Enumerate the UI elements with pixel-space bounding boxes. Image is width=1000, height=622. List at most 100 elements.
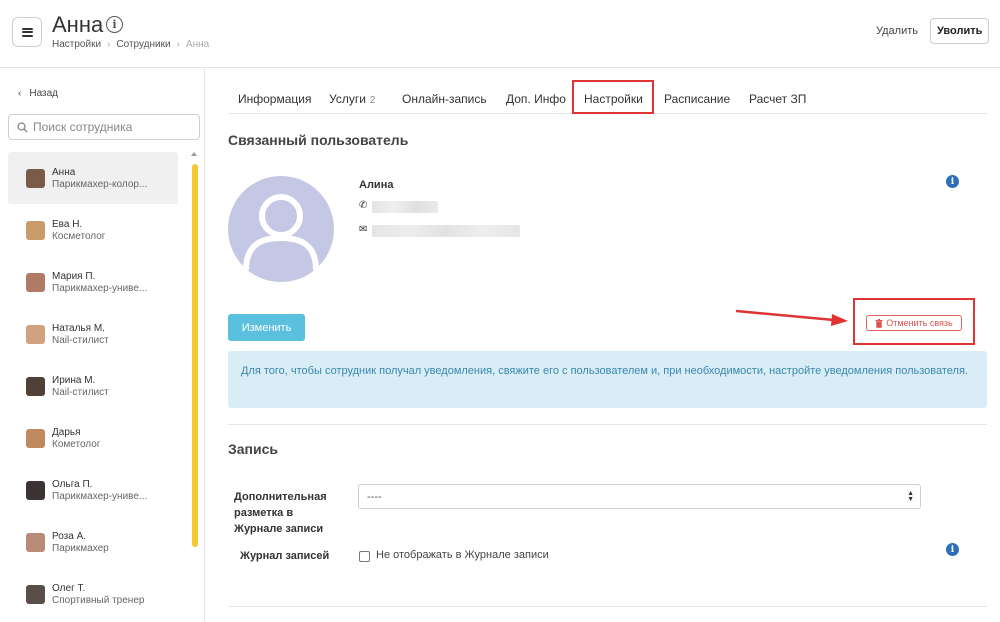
employee-text: Наталья М. Nail-стилист: [52, 323, 109, 346]
tab-online-booking[interactable]: Онлайн-запись: [402, 92, 487, 106]
avatar: [26, 272, 45, 292]
employee-sidebar: ‹ Назад АннаПарикмахер-колор... Ева Н.Кос…: [0, 68, 205, 622]
hide-in-journal-label[interactable]: Не отображать в Журнале записи: [376, 549, 549, 561]
back-link[interactable]: ‹ Назад: [18, 88, 58, 99]
edit-user-button[interactable]: Изменить: [228, 314, 305, 341]
phone-value-blurred: [372, 201, 438, 213]
employee-name: Мария П.: [52, 270, 96, 282]
employee-role: Nail-стилист: [52, 386, 109, 398]
employee-role: Парикмахер-колор...: [52, 178, 148, 190]
employee-text: Мария П. Парикмахер-униве...: [52, 271, 147, 294]
employee-name: Роза А.: [52, 530, 87, 542]
chevron-right-icon: ›: [176, 39, 180, 50]
back-label: Назад: [29, 88, 58, 99]
employee-name: Ирина М.: [52, 374, 96, 386]
employee-search[interactable]: [8, 114, 200, 140]
record-title: Запись: [228, 441, 279, 457]
link-notice: Для того, чтобы сотрудник получал уведом…: [228, 351, 987, 408]
unlink-label: Отменить связь: [886, 318, 953, 328]
employee-list-item[interactable]: Наталья М. Nail-стилист: [8, 308, 178, 360]
employee-list-item[interactable]: Мария П. Парикмахер-униве...: [8, 256, 178, 308]
email-value-blurred: [372, 225, 520, 237]
trash-icon: [875, 318, 883, 328]
avatar: [26, 480, 45, 500]
employee-role: Кометолог: [52, 438, 101, 450]
employee-role: Парикмахер: [52, 542, 109, 554]
employee-text: Олег Т. Спортивный тренер: [52, 583, 144, 606]
unlink-button[interactable]: Отменить связь: [866, 315, 962, 331]
avatar: [26, 220, 45, 240]
divider: [228, 606, 987, 607]
breadcrumb-current: Анна: [185, 39, 210, 50]
tab-info[interactable]: Информация: [238, 92, 311, 106]
tab-extra-info[interactable]: Доп. Инфо: [506, 92, 566, 106]
page-title: Анна: [52, 12, 104, 37]
search-icon: [17, 121, 28, 132]
employee-role: Спортивный тренер: [52, 594, 145, 606]
employee-name: Олег Т.: [52, 582, 86, 594]
tab-salary[interactable]: Расчет ЗП: [749, 92, 806, 106]
divider: [228, 424, 987, 425]
employee-text: Ирина М. Nail-стилист: [52, 375, 109, 398]
annotation-arrow: [735, 309, 848, 326]
chevron-left-icon: ‹: [18, 88, 22, 99]
envelope-icon: ✉: [359, 224, 368, 235]
employee-list-item[interactable]: Ольга П. Парикмахер-униве...: [8, 464, 178, 516]
breadcrumb-employees[interactable]: Сотрудники: [116, 39, 170, 50]
employee-list-item[interactable]: Дарья Кометолог: [8, 412, 178, 464]
employee-name: Анна: [52, 166, 76, 178]
employee-list-item[interactable]: Ирина М. Nail-стилист: [8, 360, 178, 412]
employee-role: Парикмахер-униве...: [52, 282, 148, 294]
avatar: [26, 324, 45, 344]
employee-name: Дарья: [52, 426, 81, 438]
scroll-up-icon[interactable]: [191, 152, 197, 156]
info-icon[interactable]: i: [946, 543, 959, 556]
employee-role: Косметолог: [52, 230, 106, 242]
employee-role: Nail-стилист: [52, 334, 109, 346]
breadcrumb-settings[interactable]: Настройки: [52, 39, 101, 50]
markup-label: Дополнительная разметка в Журнале записи: [234, 491, 327, 535]
services-count-badge: 2: [369, 95, 376, 106]
delete-button[interactable]: Удалить: [868, 20, 926, 42]
employee-list-item[interactable]: Роза А. Парикмахер: [8, 516, 178, 568]
phone-icon: ✆: [359, 200, 368, 211]
info-icon[interactable]: i: [946, 175, 959, 188]
breadcrumb: Настройки › Сотрудники › Анна: [52, 39, 209, 50]
employee-list: Анна Парикмахер-колор... Ева Н. Косметолог М…: [8, 152, 178, 622]
tab-schedule[interactable]: Расписание: [664, 92, 730, 106]
employee-list-item[interactable]: Ева Н. Косметолог: [8, 204, 178, 256]
page-header: Анна i Настройки › Сотрудники › Анна Уда…: [0, 0, 1000, 68]
employee-text: Ева Н. Косметолог: [52, 219, 105, 242]
employee-list-item[interactable]: Олег Т. Спортивный тренер: [8, 568, 178, 620]
sort-arrows-icon: ▲ ▼: [907, 490, 914, 503]
employee-name: Ольга П.: [52, 478, 93, 490]
scrollbar-thumb[interactable]: [192, 164, 198, 547]
chevron-right-icon: ›: [107, 39, 111, 50]
info-icon[interactable]: i: [106, 16, 123, 33]
markup-select-value: ----: [367, 490, 382, 503]
avatar: [26, 532, 45, 552]
employee-text: Роза А. Парикмахер: [52, 531, 109, 554]
markup-select[interactable]: ---- ▲ ▼: [358, 484, 921, 509]
employee-role: Парикмахер-униве...: [52, 490, 148, 502]
avatar: [26, 584, 45, 604]
employee-name: Наталья М.: [52, 322, 105, 334]
search-input[interactable]: [33, 120, 183, 134]
user-placeholder-icon: [243, 194, 319, 271]
hide-in-journal-checkbox[interactable]: [359, 551, 370, 562]
employee-name: Ева Н.: [52, 218, 83, 230]
avatar: [26, 376, 45, 396]
employee-list-item[interactable]: Анна Парикмахер-колор...: [8, 152, 178, 204]
menu-button[interactable]: [12, 17, 42, 47]
hamburger-icon: [21, 27, 33, 37]
employee-text: Анна Парикмахер-колор...: [52, 167, 147, 190]
linked-user-name: Алина: [359, 179, 394, 191]
avatar: [26, 428, 45, 448]
scrollbar[interactable]: [189, 152, 201, 622]
tab-services[interactable]: Услуги 2: [329, 92, 375, 106]
journal-label: Журнал записей: [240, 550, 330, 562]
user-avatar: [228, 176, 334, 282]
fire-button[interactable]: Уволить: [930, 18, 990, 44]
employee-text: Ольга П. Парикмахер-униве...: [52, 479, 147, 502]
avatar: [26, 168, 45, 188]
